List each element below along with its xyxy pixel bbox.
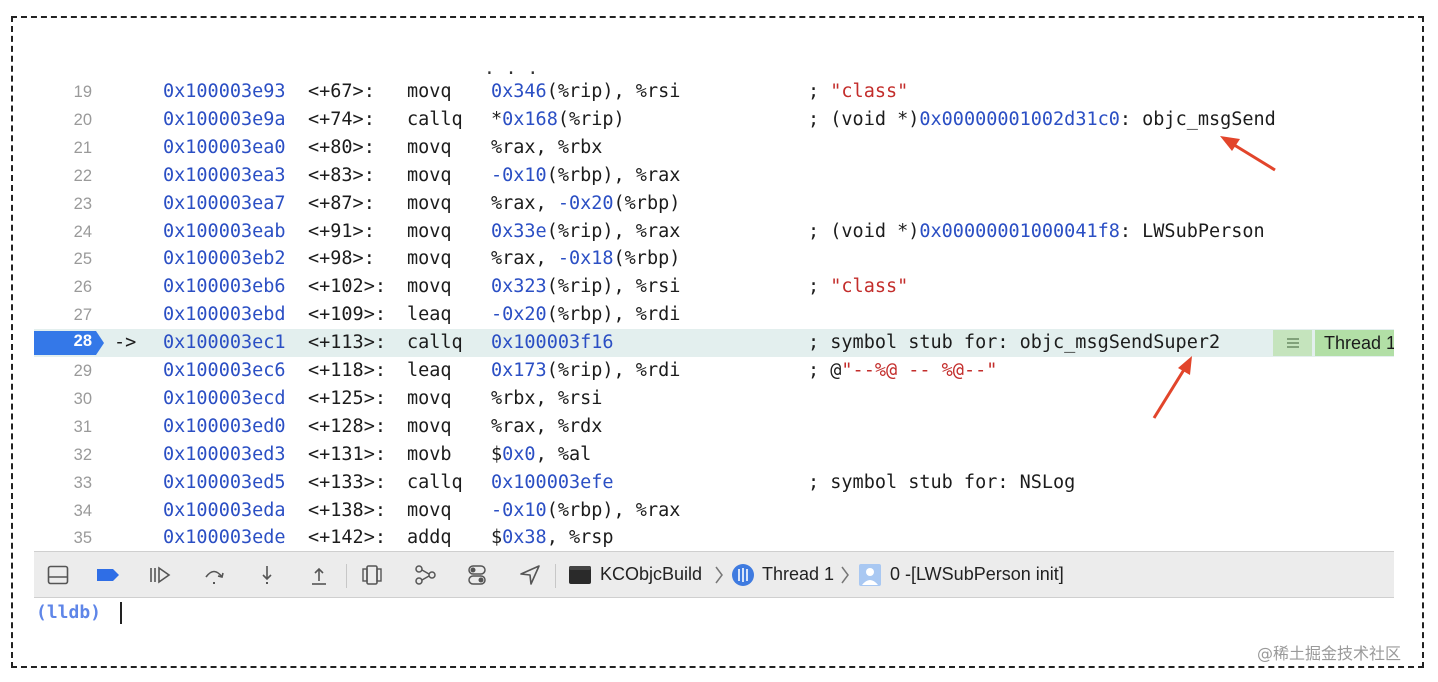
lldb-prompt: (lldb) xyxy=(36,602,102,623)
lldb-console[interactable]: (lldb) xyxy=(34,598,1394,628)
step-over-icon[interactable] xyxy=(202,563,226,587)
watermark: @稀土掘金技术社区 xyxy=(1257,644,1402,663)
text-cursor xyxy=(120,602,122,624)
simulate-location-icon[interactable] xyxy=(518,563,542,587)
memory-graph-icon[interactable] xyxy=(413,563,437,587)
continue-icon[interactable] xyxy=(148,563,172,587)
app-target-icon xyxy=(569,566,591,584)
stack-frame-user-icon xyxy=(859,564,881,586)
annotation-arrow-icon xyxy=(1152,356,1192,419)
view-debugger-icon[interactable] xyxy=(360,563,384,587)
thread-icon xyxy=(732,564,754,586)
hide-debug-area-icon[interactable] xyxy=(46,563,70,587)
breadcrumb-thread[interactable]: Thread 1 xyxy=(762,552,834,597)
environment-overrides-icon[interactable] xyxy=(465,563,489,587)
breadcrumb-frame[interactable]: 0 -[LWSubPerson init] xyxy=(890,552,1064,597)
toolbar-separator xyxy=(346,564,347,588)
step-into-icon[interactable] xyxy=(255,563,279,587)
annotation-arrow-icon xyxy=(1220,136,1276,172)
toolbar-separator xyxy=(555,564,556,588)
chevron-right-icon xyxy=(841,566,849,584)
breakpoints-toggle-icon[interactable] xyxy=(96,563,120,587)
chevron-right-icon xyxy=(715,566,723,584)
debug-bar: KCObjcBuild Thread 1 0 -[LWSubPerson ini… xyxy=(34,551,1394,598)
step-out-icon[interactable] xyxy=(307,563,331,587)
breadcrumb-target[interactable]: KCObjcBuild xyxy=(600,552,702,597)
